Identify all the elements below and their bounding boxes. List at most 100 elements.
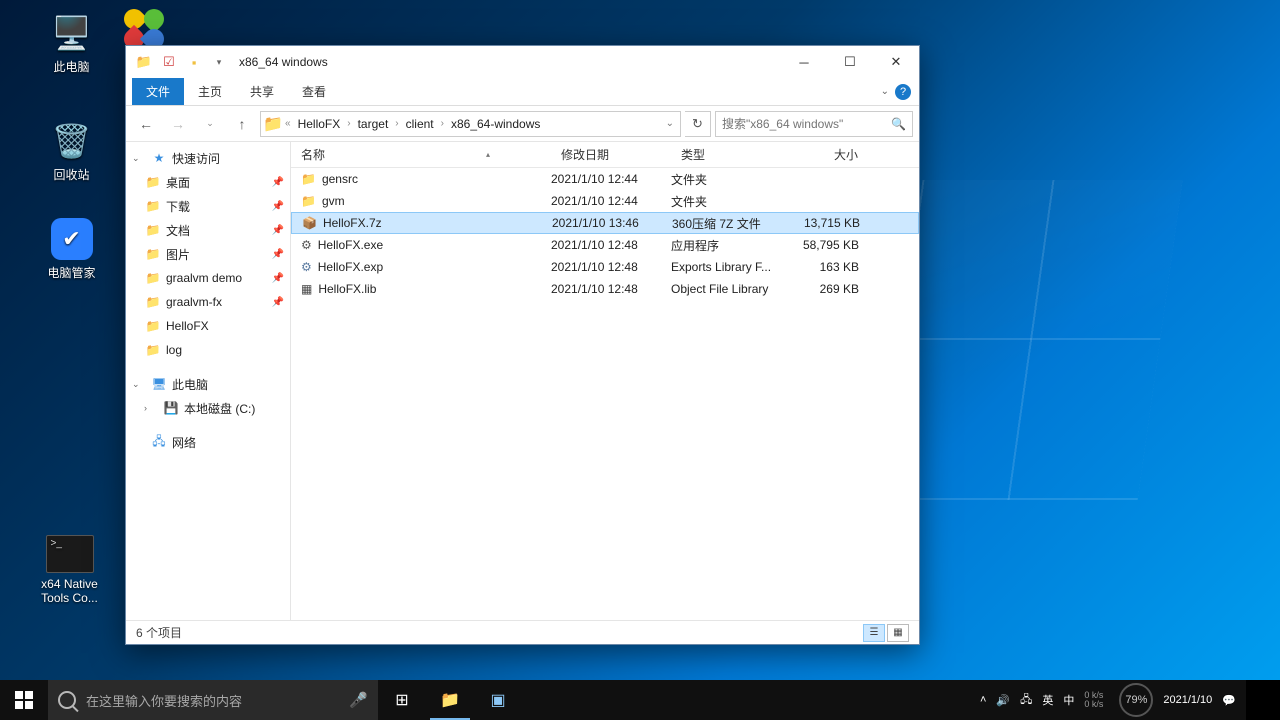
refresh-button[interactable]: ↻	[685, 111, 711, 137]
taskbar-app[interactable]: ▣	[474, 680, 522, 720]
terminal-icon	[46, 535, 94, 573]
taskbar-explorer[interactable]: 📁	[426, 680, 474, 720]
ribbon-expand-icon[interactable]: ⌄	[881, 86, 889, 97]
properties-icon[interactable]: ☑	[159, 52, 179, 72]
volume-icon[interactable]: 🔊	[996, 694, 1010, 707]
file-row[interactable]: 📁gensrc2021/1/10 12:44文件夹	[291, 168, 919, 190]
folder-icon: 📁	[144, 223, 162, 237]
search-placeholder: 在这里输入你要搜索的内容	[86, 691, 242, 710]
nav-hellofx[interactable]: 📁HelloFX	[126, 314, 290, 338]
system-tray: ˄ 🔊 🖧 英 中 0 k/s 0 k/s 79% 2021/1/10 💬	[980, 683, 1246, 717]
clock[interactable]: 2021/1/10	[1163, 694, 1212, 706]
nav-downloads[interactable]: 📁下载📌	[126, 194, 290, 218]
file-name: HelloFX.lib	[318, 282, 376, 296]
back-button[interactable]: ←	[132, 110, 160, 138]
breadcrumb[interactable]: HelloFX	[293, 112, 346, 136]
desktop-icon-thispc[interactable]: 🖥️ 此电脑	[34, 12, 109, 75]
chevron-right-icon[interactable]: «	[283, 118, 293, 129]
nav-graalvm-fx[interactable]: 📁graalvm-fx📌	[126, 290, 290, 314]
close-button[interactable]: ✕	[873, 46, 919, 78]
file-list[interactable]: 📁gensrc2021/1/10 12:44文件夹 📁 gvm 2021/1/10 1…	[291, 168, 919, 300]
file-name: HelloFX.7z	[323, 216, 382, 230]
chevron-down-icon[interactable]: ⌄	[132, 379, 146, 390]
details-view-button[interactable]: ☰	[863, 624, 885, 642]
column-header-name[interactable]: 名称▴	[291, 146, 551, 163]
address-bar[interactable]: 📁 « HelloFX › target › client › x86_64-w…	[260, 111, 681, 137]
ime-indicator[interactable]: 英	[1042, 692, 1053, 708]
column-header-type[interactable]: 类型	[671, 146, 791, 163]
breadcrumb[interactable]: target	[353, 112, 394, 136]
folder-icon: 📁	[263, 114, 283, 134]
notifications-icon[interactable]: 💬	[1222, 694, 1236, 707]
file-icon: 📁	[301, 194, 316, 208]
breadcrumb[interactable]: client	[401, 112, 439, 136]
ribbon-tab-file[interactable]: 文件	[132, 78, 184, 105]
window-title: x86_64 windows	[239, 55, 328, 69]
file-row[interactable]: 📁gvm2021/1/10 12:44文件夹	[291, 190, 919, 212]
chevron-right-icon[interactable]: ›	[393, 118, 400, 129]
folder-icon: 📁	[134, 52, 154, 72]
start-button[interactable]	[0, 680, 48, 720]
file-list-pane: 名称▴ 修改日期 类型 大小 📁gensrc2021/1/10 12:44文件夹…	[291, 142, 919, 620]
ribbon-tab-view[interactable]: 查看	[288, 78, 340, 105]
nav-log[interactable]: 📁log	[126, 338, 290, 362]
chevron-right-icon[interactable]: ›	[144, 403, 158, 413]
icons-view-button[interactable]: ▦	[887, 624, 909, 642]
file-date: 2021/1/10 12:44	[551, 172, 671, 186]
chevron-down-icon[interactable]: ⌄	[132, 153, 146, 164]
ime-indicator[interactable]: 中	[1063, 692, 1074, 708]
column-header-date[interactable]: 修改日期	[551, 146, 671, 163]
navigation-pane[interactable]: ⌄ ★ 快速访问 📁桌面📌 📁下载📌 📁文档📌 📁图片📌 📁graalvm de…	[126, 142, 291, 620]
ribbon-tab-home[interactable]: 主页	[184, 78, 236, 105]
task-view-button[interactable]: ⊞	[378, 680, 426, 720]
file-row[interactable]: 📦HelloFX.7z2021/1/10 13:46360压缩 7Z 文件13,…	[291, 212, 919, 234]
help-icon[interactable]: ?	[895, 84, 911, 100]
nav-desktop[interactable]: 📁桌面📌	[126, 170, 290, 194]
title-bar[interactable]: 📁 ☑ ▪ ▾ x86_64 windows ─ ☐ ✕	[126, 46, 919, 78]
nav-network[interactable]: › 🖧 网络	[126, 430, 290, 454]
forward-button[interactable]: →	[164, 110, 192, 138]
chevron-down-icon[interactable]: ⌄	[666, 118, 678, 129]
microphone-icon[interactable]: 🎤	[349, 691, 368, 709]
chevron-right-icon[interactable]: ›	[439, 118, 446, 129]
nav-label: 下载	[166, 198, 190, 215]
desktop-icon-pc-manager[interactable]: ✔ 电脑管家	[34, 218, 109, 281]
taskbar-search[interactable]: 在这里输入你要搜索的内容 🎤	[48, 680, 378, 720]
network-icon[interactable]: 🖧	[1020, 691, 1032, 710]
nav-quick-access[interactable]: ⌄ ★ 快速访问	[126, 146, 290, 170]
nav-graalvm-demo[interactable]: 📁graalvm demo📌	[126, 266, 290, 290]
nav-label: 此电脑	[172, 376, 208, 393]
desktop-icon-recyclebin[interactable]: 🗑️ 回收站	[34, 120, 109, 183]
qat-dropdown-icon[interactable]: ▾	[209, 52, 229, 72]
search-icon[interactable]: 🔍	[891, 117, 906, 131]
minimize-button[interactable]: ─	[781, 46, 827, 78]
trash-icon: 🗑️	[51, 120, 93, 162]
pin-icon: 📌	[272, 177, 284, 188]
ribbon-tab-share[interactable]: 共享	[236, 78, 288, 105]
breadcrumb[interactable]: x86_64-windows	[446, 112, 545, 136]
file-date: 2021/1/10 12:48	[551, 282, 671, 296]
search-box[interactable]: 🔍	[715, 111, 913, 137]
cpu-meter[interactable]: 79%	[1119, 683, 1153, 717]
up-button[interactable]: ↑	[228, 110, 256, 138]
search-input[interactable]	[722, 117, 891, 131]
tray-chevron-up-icon[interactable]: ˄	[980, 694, 986, 706]
nav-pictures[interactable]: 📁图片📌	[126, 242, 290, 266]
recent-dropdown[interactable]: ⌄	[196, 110, 224, 138]
file-type: 文件夹	[671, 171, 791, 188]
pin-icon: 📌	[272, 249, 284, 260]
file-row[interactable]: ▦HelloFX.lib2021/1/10 12:48Object File L…	[291, 278, 919, 300]
pin-icon: 📌	[272, 273, 284, 284]
file-row[interactable]: ⚙HelloFX.exp2021/1/10 12:48Exports Libra…	[291, 256, 919, 278]
desktop-icon-native-tools[interactable]: x64 Native Tools Co...	[32, 535, 107, 605]
folder-icon: 📁	[144, 295, 162, 309]
file-row[interactable]: ⚙HelloFX.exe2021/1/10 12:48应用程序58,795 KB	[291, 234, 919, 256]
folder-small-icon[interactable]: ▪	[184, 52, 204, 72]
maximize-button[interactable]: ☐	[827, 46, 873, 78]
nav-documents[interactable]: 📁文档📌	[126, 218, 290, 242]
nav-thispc[interactable]: ⌄ 🖥 此电脑	[126, 372, 290, 396]
file-name: gvm	[322, 194, 345, 208]
column-header-size[interactable]: 大小	[791, 146, 871, 163]
nav-localdisk[interactable]: › 💾 本地磁盘 (C:)	[126, 396, 290, 420]
chevron-right-icon[interactable]: ›	[345, 118, 352, 129]
